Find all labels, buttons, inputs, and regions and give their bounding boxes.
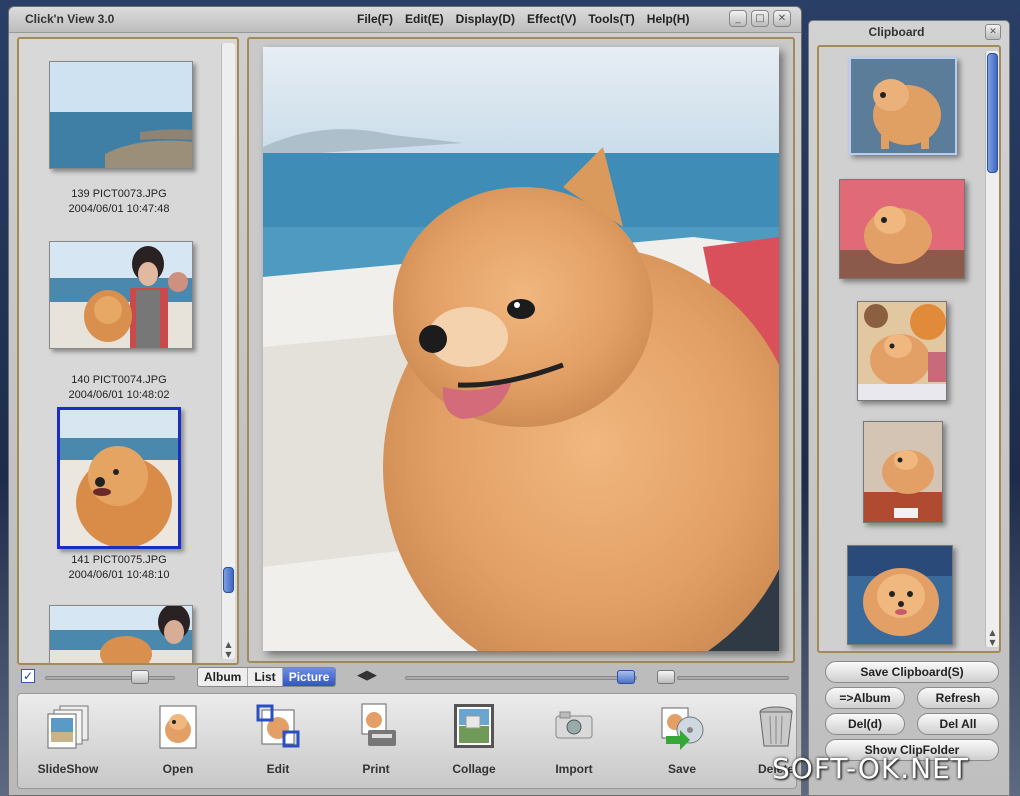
open-icon [159, 705, 197, 749]
close-icon[interactable]: ✕ [985, 24, 1001, 40]
delete-item-button[interactable]: Del(d) [825, 713, 905, 735]
picture-viewer [247, 37, 795, 663]
slideshow-label: SlideShow [37, 762, 99, 776]
save-label: Save [667, 762, 697, 776]
person-dog-photo-icon [50, 606, 192, 663]
dog-photo-icon [848, 546, 952, 644]
title-bar: Click'n View 3.0 File(F) Edit(E) Display… [9, 7, 801, 33]
thumbnail-image[interactable] [49, 605, 193, 663]
scroll-up-arrow-icon[interactable]: ▲ [987, 628, 998, 637]
collage-icon [454, 704, 494, 748]
thumbnail-size-slider-knob[interactable] [131, 670, 149, 684]
thumbnail-caption: 140 PICT0074.JPG [71, 374, 167, 386]
delete-all-button[interactable]: Del All [917, 713, 999, 735]
brightness-slider-knob[interactable] [657, 670, 675, 684]
print-label: Print [362, 762, 390, 776]
app-title: Click'n View 3.0 [25, 12, 115, 26]
pomeranian-photo-icon [263, 47, 779, 651]
clipboard-panel: ▲ ▼ [817, 45, 1001, 653]
camera-icon [555, 711, 593, 739]
thumbnail-caption: 141 PICT0075.JPG [71, 554, 167, 566]
dog-photo-icon [858, 302, 946, 400]
scroll-down-arrow-icon[interactable]: ▼ [987, 638, 998, 647]
scrollbar-thumb[interactable] [987, 53, 998, 173]
clipboard-scrollbar[interactable]: ▲ ▼ [985, 51, 999, 647]
scroll-up-arrow-icon[interactable]: ▲ [223, 640, 234, 649]
save-button[interactable]: Save [642, 700, 722, 784]
brightness-slider[interactable] [677, 676, 789, 680]
clipboard-thumbnail[interactable] [839, 179, 965, 279]
beach-photo-icon [50, 62, 192, 168]
clipboard-title: Clipboard [868, 25, 925, 39]
watermark: SOFT-OK.NET [772, 752, 969, 785]
refresh-button[interactable]: Refresh [917, 687, 999, 709]
thumbnail-list: 139 PICT0073.JPG 2004/06/01 10:47:48 140… [19, 39, 219, 663]
edit-icon [256, 704, 300, 748]
tab-list[interactable]: List [248, 668, 283, 686]
minimize-button[interactable]: _ [729, 10, 747, 27]
thumbnail-timestamp: 2004/06/01 10:48:10 [68, 569, 170, 581]
zoom-slider[interactable] [405, 676, 637, 680]
thumbnail-size-slider[interactable] [45, 676, 175, 680]
collage-button[interactable]: Collage [434, 700, 514, 784]
save-clipboard-button[interactable]: Save Clipboard(S) [825, 661, 999, 683]
person-dog-photo-icon [50, 242, 192, 348]
clipboard-thumbnail[interactable] [863, 421, 943, 523]
edit-label: Edit [266, 762, 290, 776]
slideshow-icon [47, 705, 89, 749]
open-label: Open [162, 762, 194, 776]
view-controls-row: ✓ Album List Picture ◀▶ [17, 667, 797, 689]
thumbnail-timestamp: 2004/06/01 10:48:02 [68, 389, 170, 401]
import-button[interactable]: Import [534, 700, 614, 784]
thumbnail-caption: 139 PICT0073.JPG [71, 188, 167, 200]
thumbnail-image[interactable] [49, 61, 193, 169]
prev-next-arrows-icon[interactable]: ◀▶ [357, 668, 377, 683]
main-photo[interactable] [263, 47, 779, 651]
show-info-checkbox[interactable]: ✓ [21, 669, 35, 683]
zoom-slider-knob[interactable] [617, 670, 635, 684]
maximize-button[interactable]: □ [751, 10, 769, 27]
open-button[interactable]: Open [138, 700, 218, 784]
scrollbar-thumb[interactable] [223, 567, 234, 593]
print-icon [361, 703, 396, 746]
edit-button[interactable]: Edit [238, 700, 318, 784]
menu-display[interactable]: Display(D) [456, 12, 515, 26]
menu-file[interactable]: File(F) [357, 12, 393, 26]
window-controls: _ □ ✕ [729, 10, 791, 27]
clipboard-thumbnail[interactable] [857, 301, 947, 401]
clipboard-thumbnail[interactable] [847, 545, 953, 645]
save-icon [661, 707, 704, 750]
tab-picture[interactable]: Picture [282, 668, 336, 686]
clipboard-window: Clipboard ✕ ▲ ▼ Save Clipboard(S) =>Albu… [808, 20, 1010, 796]
tab-album[interactable]: Album [198, 668, 249, 686]
main-toolbar: SlideShow Open Edit Print Collage Import… [17, 693, 797, 789]
import-label: Import [555, 762, 593, 776]
to-album-button[interactable]: =>Album [825, 687, 905, 709]
dog-photo-icon [864, 422, 942, 522]
clipboard-thumbnail[interactable] [849, 57, 957, 155]
dog-photo-icon [851, 59, 955, 153]
menu-edit[interactable]: Edit(E) [405, 12, 444, 26]
thumbnail-image-selected[interactable] [57, 407, 181, 549]
menu-effect[interactable]: Effect(V) [527, 12, 576, 26]
thumbnail-scrollbar[interactable]: ▲ ▼ [221, 43, 235, 659]
menu-help[interactable]: Help(H) [647, 12, 690, 26]
slideshow-button[interactable]: SlideShow [28, 700, 108, 784]
menu-tools[interactable]: Tools(T) [588, 12, 634, 26]
print-button[interactable]: Print [336, 700, 416, 784]
main-window: Click'n View 3.0 File(F) Edit(E) Display… [8, 6, 802, 796]
close-button[interactable]: ✕ [773, 10, 791, 27]
dog-photo-icon [60, 410, 178, 546]
scroll-down-arrow-icon[interactable]: ▼ [223, 650, 234, 659]
thumbnail-image[interactable] [49, 241, 193, 349]
person-dog-photo-icon [840, 180, 964, 278]
collage-label: Collage [452, 762, 496, 776]
menu-bar: File(F) Edit(E) Display(D) Effect(V) Too… [357, 12, 689, 26]
view-mode-tabs: Album List Picture [197, 667, 337, 687]
trash-icon [759, 706, 793, 747]
thumbnail-panel: 139 PICT0073.JPG 2004/06/01 10:47:48 140… [17, 37, 239, 665]
thumbnail-timestamp: 2004/06/01 10:47:48 [68, 203, 170, 215]
